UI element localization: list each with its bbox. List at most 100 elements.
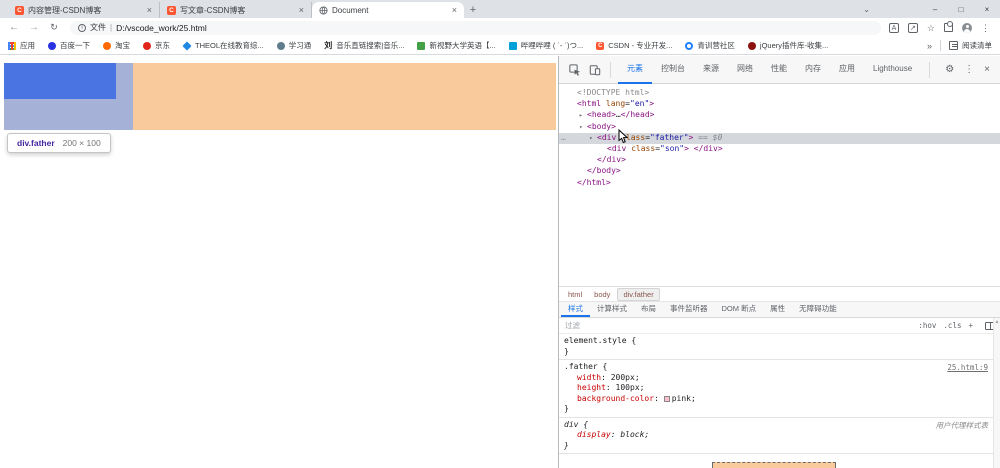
- reload-button[interactable]: ↻: [46, 22, 62, 33]
- tree-arrow-icon[interactable]: ▸: [579, 111, 587, 121]
- tab-search-icon[interactable]: ⌄: [863, 0, 870, 18]
- back-button[interactable]: ←: [6, 22, 22, 33]
- profile-avatar-icon[interactable]: [962, 22, 972, 33]
- bookmark-item[interactable]: 百度一下: [48, 40, 90, 51]
- devtools-tab-控制台[interactable]: 控制台: [652, 56, 694, 84]
- breadcrumb-html[interactable]: html: [563, 289, 587, 300]
- tree-arrow-empty: [569, 89, 577, 99]
- extensions-icon[interactable]: [944, 21, 953, 32]
- devtools-settings-icon[interactable]: ⚙: [945, 64, 954, 75]
- dom-row[interactable]: ▸ <head>…</head>: [559, 110, 1000, 121]
- filter-toggle[interactable]: :hov: [918, 321, 936, 330]
- page-info-icon[interactable]: i: [78, 23, 86, 32]
- bookmark-item[interactable]: 哔哩哔哩 ( ´- ´)つ...: [508, 40, 583, 51]
- css-property[interactable]: width: 200px;: [564, 373, 988, 384]
- tab-close-icon[interactable]: ×: [452, 5, 457, 15]
- bookmark-item[interactable]: 青训营社区: [685, 40, 735, 51]
- minimize-button[interactable]: –: [922, 5, 948, 14]
- overflow-dots-icon[interactable]: …: [561, 133, 566, 143]
- dom-row[interactable]: </html>: [559, 178, 1000, 189]
- bookmarks-overflow-icon[interactable]: »: [927, 41, 932, 51]
- share-icon[interactable]: ↗: [907, 22, 918, 33]
- bookmark-label: 应用: [20, 41, 35, 50]
- tab-close-icon[interactable]: ×: [147, 5, 152, 15]
- breadcrumb-div.father[interactable]: div.father: [617, 287, 660, 301]
- tree-arrow-icon[interactable]: ▾: [579, 123, 587, 133]
- breadcrumb-body[interactable]: body: [589, 289, 615, 300]
- close-button[interactable]: ×: [974, 5, 1000, 14]
- devtools-tab-网络[interactable]: 网络: [728, 56, 762, 84]
- dom-row[interactable]: </body>: [559, 166, 1000, 177]
- bookmark-item[interactable]: 学习通: [276, 40, 311, 51]
- reading-list-button[interactable]: 阅读清单: [949, 40, 992, 51]
- devtools-tab-应用[interactable]: 应用: [830, 56, 864, 84]
- device-toolbar-icon[interactable]: [589, 64, 601, 76]
- bookmark-item[interactable]: 淘宝: [103, 40, 130, 51]
- rule-source-link[interactable]: 用户代理样式表: [936, 421, 989, 432]
- filter-toggle[interactable]: +: [968, 321, 973, 330]
- browser-tab[interactable]: C 内容管理-CSDN博客 ×: [8, 2, 160, 18]
- devtools-tab-性能[interactable]: 性能: [762, 56, 796, 84]
- dom-segment: <!DOCTYPE html>: [577, 88, 650, 97]
- styles-tab-计算样式[interactable]: 计算样式: [590, 302, 634, 317]
- devtools-menu-icon[interactable]: ⋮: [964, 64, 974, 75]
- address-url[interactable]: D:/vscode_work/25.html: [116, 23, 207, 33]
- dom-segment: == $0: [693, 132, 723, 142]
- css-property[interactable]: background-color: pink;: [564, 394, 988, 405]
- bookmark-item[interactable]: THEOL在线教育综...: [182, 40, 264, 51]
- bookmark-item[interactable]: 京东: [143, 40, 170, 51]
- styles-tab-DOM 断点[interactable]: DOM 断点: [715, 302, 764, 317]
- tab-strip: C内容管理-CSDN博客×C写文章-CSDN博客×Document× ⌄ + ⌄…: [0, 0, 1000, 18]
- dom-segment: "en": [630, 99, 650, 109]
- devtools-tab-内存[interactable]: 内存: [796, 56, 830, 84]
- browser-tab[interactable]: C 写文章-CSDN博客 ×: [160, 2, 312, 18]
- css-property[interactable]: display: block;: [564, 430, 988, 441]
- styles-tab-样式[interactable]: 样式: [561, 302, 590, 317]
- styles-tab-布局[interactable]: 布局: [634, 302, 663, 317]
- translate-icon[interactable]: A: [888, 22, 899, 33]
- styles-tab-属性[interactable]: 属性: [763, 302, 792, 317]
- devtools-tab-来源[interactable]: 来源: [694, 56, 728, 84]
- color-swatch[interactable]: [663, 395, 670, 402]
- css-property[interactable]: height: 100px;: [564, 383, 988, 394]
- devtools-tab-Lighthouse[interactable]: Lighthouse: [864, 56, 921, 84]
- rule-source-link[interactable]: 25.html:9: [947, 363, 988, 374]
- tab-title: Document: [332, 5, 369, 15]
- filter-toggle[interactable]: .cls: [943, 321, 961, 330]
- dom-row[interactable]: <div class="son"> </div>: [559, 144, 1000, 155]
- new-tab-plus-icon[interactable]: +: [464, 2, 482, 18]
- bookmark-item[interactable]: 应用: [8, 40, 35, 51]
- devtools-tab-元素[interactable]: 元素: [618, 56, 652, 84]
- browser-tab[interactable]: Document ×: [312, 2, 464, 18]
- tab-title: 内容管理-CSDN博客: [28, 5, 102, 15]
- dom-segment: "son": [660, 144, 685, 154]
- browser-menu-icon[interactable]: ⋮: [981, 23, 990, 33]
- styles-pane: element.style {} .father {25.html:9 width:…: [559, 334, 1000, 468]
- scrollbar-up-icon[interactable]: ▲: [994, 318, 1000, 326]
- styles-filter-input[interactable]: 过滤: [565, 320, 918, 331]
- rule-selector[interactable]: .father {25.html:9: [564, 362, 988, 373]
- dom-row[interactable]: <html lang="en">: [559, 99, 1000, 110]
- inspect-element-icon[interactable]: [569, 63, 581, 76]
- styles-scrollbar[interactable]: ▲: [993, 318, 1000, 468]
- tree-arrow-icon[interactable]: ▾: [589, 134, 597, 144]
- property-colon: :: [605, 383, 616, 392]
- tab-close-icon[interactable]: ×: [299, 5, 304, 15]
- bookmark-item[interactable]: 新视野大学英语【...: [417, 40, 496, 51]
- forward-button[interactable]: →: [26, 22, 42, 33]
- bookmark-item[interactable]: C CSDN - 专业开发...: [596, 40, 672, 51]
- dom-row[interactable]: <!DOCTYPE html>: [559, 88, 1000, 99]
- bookmark-favicon: [182, 40, 192, 51]
- maximize-button[interactable]: □: [948, 5, 974, 14]
- styles-tab-无障碍功能[interactable]: 无障碍功能: [792, 302, 844, 317]
- devtools-close-icon[interactable]: ×: [984, 64, 990, 75]
- styles-tab-事件监听器[interactable]: 事件监听器: [663, 302, 715, 317]
- rule-selector[interactable]: div {用户代理样式表: [564, 420, 988, 431]
- bookmark-item[interactable]: 刘音乐直链搜索|音乐...: [324, 40, 404, 51]
- tab-title: 写文章-CSDN博客: [180, 5, 246, 15]
- rule-selector[interactable]: element.style {: [564, 336, 988, 347]
- bookmark-star-icon[interactable]: ☆: [927, 23, 935, 33]
- bookmark-item[interactable]: jQuery插件库-收集...: [747, 40, 828, 51]
- dom-row[interactable]: </div>: [559, 155, 1000, 166]
- address-bar[interactable]: i 文件 | D:/vscode_work/25.html: [70, 20, 881, 35]
